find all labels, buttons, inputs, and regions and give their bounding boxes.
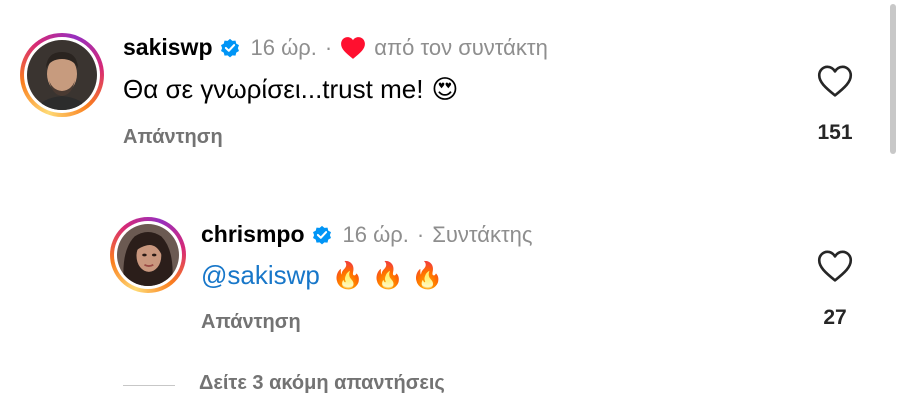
verified-badge-icon [312,225,331,244]
like-count: 151 [817,121,853,144]
avatar-sakiswp[interactable] [20,33,104,117]
comment-text-content: Θα σε γνωρίσει...trust me! [123,74,424,104]
profile-photo [117,224,179,286]
comment-header: sakiswp 16 ώρ. · από τον συντάκτη [123,34,548,61]
mention-link[interactable]: @sakiswp [201,260,320,291]
author-label: Συντάκτης [432,221,533,247]
reply-button[interactable]: Απάντηση [201,311,301,334]
liked-by-author-label: από τον συντάκτη [374,34,548,60]
heart-filled-icon [341,36,366,59]
profile-photo [27,40,97,110]
replies-divider-line [123,385,175,386]
comment-text: Θα σε γνωρίσει...trust me! 😍 [123,74,459,105]
emoji-fire: 🔥 🔥 🔥 [331,260,444,290]
separator-dot: · [324,34,333,60]
username[interactable]: chrismpo [201,221,305,248]
timestamp: 16 ώρ. [342,221,409,247]
separator-dot: · [416,221,425,247]
avatar-chrismpo[interactable] [110,217,186,293]
comment-text: @sakiswp 🔥 🔥 🔥 [201,260,443,291]
view-more-replies-button[interactable]: Δείτε 3 ακόμη απαντήσεις [199,372,445,395]
emoji-heart-eyes: 😍 [431,74,459,104]
scrollbar[interactable] [890,4,896,154]
verified-badge-icon [220,38,239,57]
heart-outline-icon[interactable] [816,249,854,283]
heart-outline-icon[interactable] [816,64,854,98]
username[interactable]: sakiswp [123,34,213,61]
reply-button[interactable]: Απάντηση [123,126,223,149]
comment-header: chrismpo 16 ώρ. · Συντάκτης [201,221,533,248]
timestamp: 16 ώρ. [250,34,317,60]
like-count: 27 [823,306,847,329]
